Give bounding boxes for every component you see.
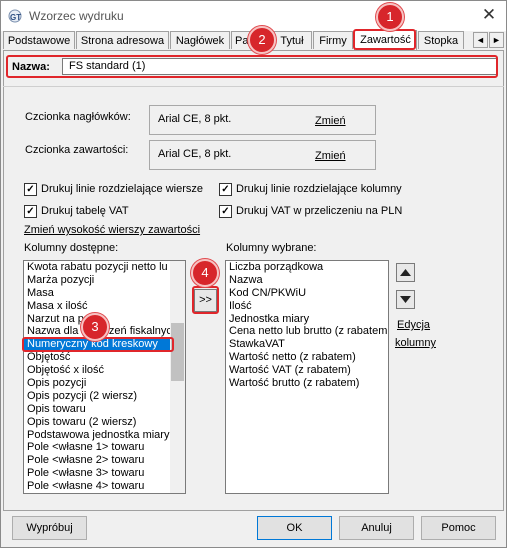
step-badge-1: 1 [376,3,404,31]
header-font-value: Arial CE, 8 pkt. [158,113,232,125]
checkbox-label: Drukuj linie rozdzielające kolumny [236,183,402,195]
list-item[interactable]: Podstawowa jednostka miary [24,429,185,442]
title-bar: GT Wzorzec wydruku ✕ [1,1,506,31]
move-down-button[interactable] [396,290,415,309]
list-item[interactable]: Wartość VAT (z rabatem) [226,364,388,377]
available-columns-label: Kolumny dostępne: [24,242,119,254]
checkbox-label: Drukuj VAT w przeliczeniu na PLN [236,205,403,217]
content-font-box: Arial CE, 8 pkt. Zmień [149,140,376,170]
checkbox-print-vat-pln[interactable]: ✓ [219,205,232,218]
available-columns-scrollbar[interactable] [170,261,185,493]
tab-strona-adresowa[interactable]: Strona adresowa [76,31,169,49]
window-title: Wzorzec wydruku [29,9,124,23]
app-icon: GT [8,9,22,23]
list-item[interactable]: Nazwa [226,274,388,287]
tab-podstawowe[interactable]: Podstawowe [3,31,75,49]
list-item[interactable]: Objętość [24,351,185,364]
change-header-font-link[interactable]: Zmień [315,115,346,127]
list-item[interactable]: Objętość x ilość [24,364,185,377]
list-item[interactable]: Opis towaru (2 wiersz) [24,416,185,429]
list-item[interactable]: Pole <własne 1> towaru [24,441,185,454]
triangle-down-icon [400,296,411,303]
scrollbar-thumb[interactable] [171,323,184,381]
edit-column-link-line2[interactable]: kolumny [395,337,436,349]
tab-tytul[interactable]: Tytuł [272,31,312,49]
highlight-add-button [192,286,219,314]
checkbox-label: Drukuj tabelę VAT [41,205,129,217]
move-up-button[interactable] [396,263,415,282]
list-item[interactable]: Jednostka miary [226,313,388,326]
tab-firmy[interactable]: Firmy [313,31,353,49]
close-icon[interactable]: ✕ [480,6,498,24]
checkbox-label: Drukuj linie rozdzielające wiersze [41,183,204,195]
list-item[interactable]: StawkaVAT [226,338,388,351]
preview-button[interactable]: Wypróbuj [12,516,87,540]
available-columns-list[interactable]: Kwota rabatu pozycji netto lu Marża pozyc… [23,260,186,494]
change-content-font-link[interactable]: Zmień [315,150,346,162]
list-item[interactable]: Masa [24,287,185,300]
svg-text:GT: GT [10,13,21,22]
list-item[interactable]: Liczba porządkowa [226,261,388,274]
tab-naglowek[interactable]: Nagłówek [170,31,230,49]
tab-scroll-right-icon[interactable]: ► [489,32,504,48]
divider [3,86,504,87]
change-row-height-link[interactable]: Zmień wysokość wierszy zawartości [24,224,200,236]
list-item[interactable]: Wartość netto (z rabatem) [226,351,388,364]
content-font-label: Czcionka zawartości: [25,144,129,156]
triangle-up-icon [400,269,411,276]
dialog-window: GT Wzorzec wydruku ✕ Podstawowe Strona a… [0,0,507,548]
list-item[interactable]: Pole <własne 3> towaru [24,467,185,480]
step-badge-4: 4 [191,259,219,287]
list-item[interactable]: Opis pozycji (2 wiersz) [24,390,185,403]
chosen-columns-list[interactable]: Liczba porządkowa Nazwa Kod CN/PKWiU Ilość J… [225,260,389,494]
tab-stopka[interactable]: Stopka [418,31,464,49]
step-badge-3: 3 [81,313,109,341]
ok-button[interactable]: OK [257,516,332,540]
list-item[interactable]: Kod CN/PKWiU [226,287,388,300]
list-item[interactable]: Ilość [226,300,388,313]
edit-column-link[interactable]: Edycja [397,319,430,331]
highlight-zawartosc-tab [353,29,416,50]
list-item[interactable]: Pole <własne 4> towaru [24,480,185,493]
list-item[interactable]: Marża pozycji [24,274,185,287]
step-badge-2: 2 [248,26,276,54]
list-item[interactable]: Cena netto lub brutto (z rabatem [226,325,388,338]
checkbox-print-row-lines[interactable]: ✓ [24,183,37,196]
list-item[interactable]: Pole <własne 2> towaru [24,454,185,467]
checkbox-print-column-lines[interactable]: ✓ [219,183,232,196]
help-button[interactable]: Pomoc [421,516,496,540]
list-item[interactable]: Masa x ilość [24,300,185,313]
content-font-value: Arial CE, 8 pkt. [158,148,232,160]
tab-scroll-left-icon[interactable]: ◄ [473,32,488,48]
checkbox-print-vat-table[interactable]: ✓ [24,205,37,218]
list-item[interactable]: Kwota rabatu pozycji netto lu [24,261,185,274]
chosen-columns-label: Kolumny wybrane: [226,242,317,254]
list-item[interactable]: Opis pozycji [24,377,185,390]
list-item[interactable]: Opis towaru [24,403,185,416]
cancel-button[interactable]: Anuluj [339,516,414,540]
header-font-box: Arial CE, 8 pkt. Zmień [149,105,376,135]
list-item[interactable]: Wartość brutto (z rabatem) [226,377,388,390]
highlight-name-row [6,55,498,78]
header-font-label: Czcionka nagłówków: [25,111,131,123]
